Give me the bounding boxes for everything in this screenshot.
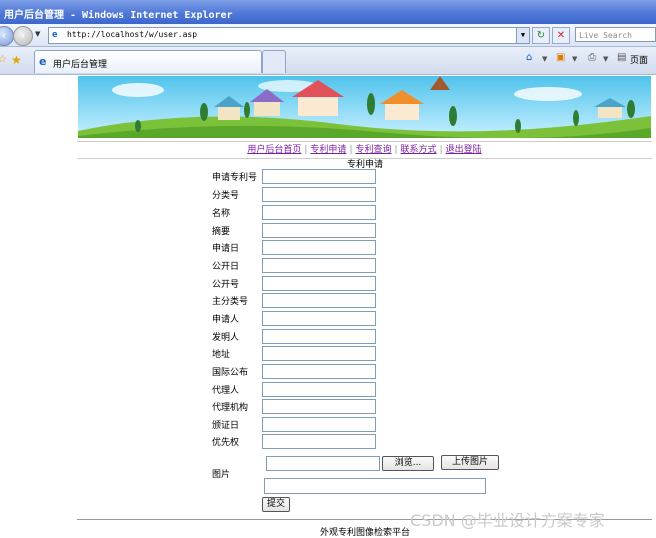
- upload-image-button[interactable]: 上传图片: [441, 455, 499, 470]
- field-input[interactable]: [262, 223, 376, 238]
- field-input[interactable]: [262, 434, 376, 449]
- stop-icon[interactable]: ✕: [552, 27, 570, 44]
- favorites-center-icon[interactable]: ☆: [0, 54, 7, 65]
- feeds-icon[interactable]: ▣: [556, 52, 565, 63]
- field-input[interactable]: [262, 258, 376, 273]
- field-input[interactable]: [262, 276, 376, 291]
- nav-separator: |: [304, 145, 308, 155]
- field-label: 地址: [212, 350, 231, 360]
- field-input[interactable]: [262, 382, 376, 397]
- nav-link-home[interactable]: 用户后台首页: [247, 145, 301, 155]
- refresh-icon[interactable]: ↻: [532, 27, 550, 44]
- watermark-text: CSDN @毕业设计方案专家: [410, 511, 605, 530]
- field-label: 分类号: [212, 191, 240, 201]
- add-favorites-icon[interactable]: ★: [11, 53, 22, 67]
- header-banner-image: [78, 76, 651, 138]
- nav-link-logout[interactable]: 退出登陆: [446, 145, 482, 155]
- field-label: 申请日: [212, 244, 240, 254]
- home-dropdown-icon[interactable]: ▼: [542, 55, 547, 63]
- field-label: 申请专利号: [212, 173, 258, 183]
- field-label: 公开日: [212, 262, 240, 272]
- window-title: 用户后台管理 - Windows Internet Explorer: [4, 10, 233, 21]
- submit-button[interactable]: 提交: [262, 497, 290, 512]
- search-input[interactable]: Live Search: [575, 27, 656, 42]
- history-dropdown-icon[interactable]: ▼: [35, 30, 40, 38]
- field-input[interactable]: [262, 205, 376, 220]
- address-field[interactable]: e http://localhost/w/user.asp ▼: [48, 27, 530, 44]
- field-input[interactable]: [262, 329, 376, 344]
- field-label: 名称: [212, 209, 231, 219]
- address-dropdown-icon[interactable]: ▼: [516, 28, 529, 43]
- field-label: 国际公布: [212, 368, 249, 378]
- back-button[interactable]: ‹: [0, 26, 14, 46]
- field-input[interactable]: [262, 169, 376, 184]
- field-label: 代理人: [212, 386, 240, 396]
- tab-user-admin[interactable]: e 用户后台管理: [34, 50, 262, 73]
- browse-button[interactable]: 浏览...: [382, 456, 434, 471]
- field-label: 颁证日: [212, 421, 240, 431]
- page-menu-label[interactable]: 页面: [630, 53, 648, 66]
- field-label: 主分类号: [212, 297, 249, 307]
- nav-link-contact[interactable]: 联系方式: [401, 145, 437, 155]
- tab-label: 用户后台管理: [53, 60, 108, 70]
- window-titlebar: 用户后台管理 - Windows Internet Explorer: [0, 0, 656, 24]
- nav-link-apply[interactable]: 专利申请: [310, 145, 346, 155]
- home-icon[interactable]: ⌂: [526, 52, 532, 63]
- field-input[interactable]: [262, 399, 376, 414]
- page-menu-icon[interactable]: ▤: [617, 52, 626, 63]
- tab-bar: ☆ ★ e 用户后台管理 ⌂ ▼ ▣ ▼ ⎙ ▼ ▤ 页面: [0, 47, 656, 74]
- field-input[interactable]: [262, 240, 376, 255]
- image-path-input[interactable]: [264, 478, 486, 494]
- command-bar: ⌂ ▼ ▣ ▼ ⎙ ▼ ▤ 页面: [526, 52, 656, 68]
- ie-icon: e: [39, 55, 47, 68]
- address-toolbar: ‹ › ▼ e http://localhost/w/user.asp ▼ ↻ …: [0, 24, 656, 47]
- page-content: 用户后台首页 | 专利申请 | 专利查询 | 联系方式 | 退出登陆 专利申请 申请专利号 分类…: [0, 74, 656, 538]
- field-label: 代理机构: [212, 403, 249, 413]
- forward-button[interactable]: ›: [13, 26, 33, 46]
- nav-separator: |: [394, 145, 398, 155]
- field-label: 公开号: [212, 280, 240, 290]
- image-label: 图片: [212, 470, 231, 480]
- new-tab-button[interactable]: [262, 50, 286, 73]
- feeds-dropdown-icon[interactable]: ▼: [572, 55, 577, 63]
- page-icon: e: [52, 30, 58, 40]
- field-input[interactable]: [262, 293, 376, 308]
- address-url: http://localhost/w/user.asp: [67, 30, 198, 39]
- field-input[interactable]: [262, 364, 376, 379]
- file-path-input[interactable]: [266, 456, 380, 471]
- nav-separator: |: [349, 145, 353, 155]
- field-label: 优先权: [212, 438, 240, 448]
- print-icon[interactable]: ⎙: [588, 52, 596, 63]
- field-label: 申请人: [212, 315, 240, 325]
- field-input[interactable]: [262, 187, 376, 202]
- field-input[interactable]: [262, 417, 376, 432]
- nav-separator: |: [439, 145, 443, 155]
- print-dropdown-icon[interactable]: ▼: [603, 55, 608, 63]
- field-input[interactable]: [262, 346, 376, 361]
- field-label: 摘要: [212, 227, 231, 237]
- nav-link-query[interactable]: 专利查询: [355, 145, 391, 155]
- field-label: 发明人: [212, 333, 240, 343]
- field-input[interactable]: [262, 311, 376, 326]
